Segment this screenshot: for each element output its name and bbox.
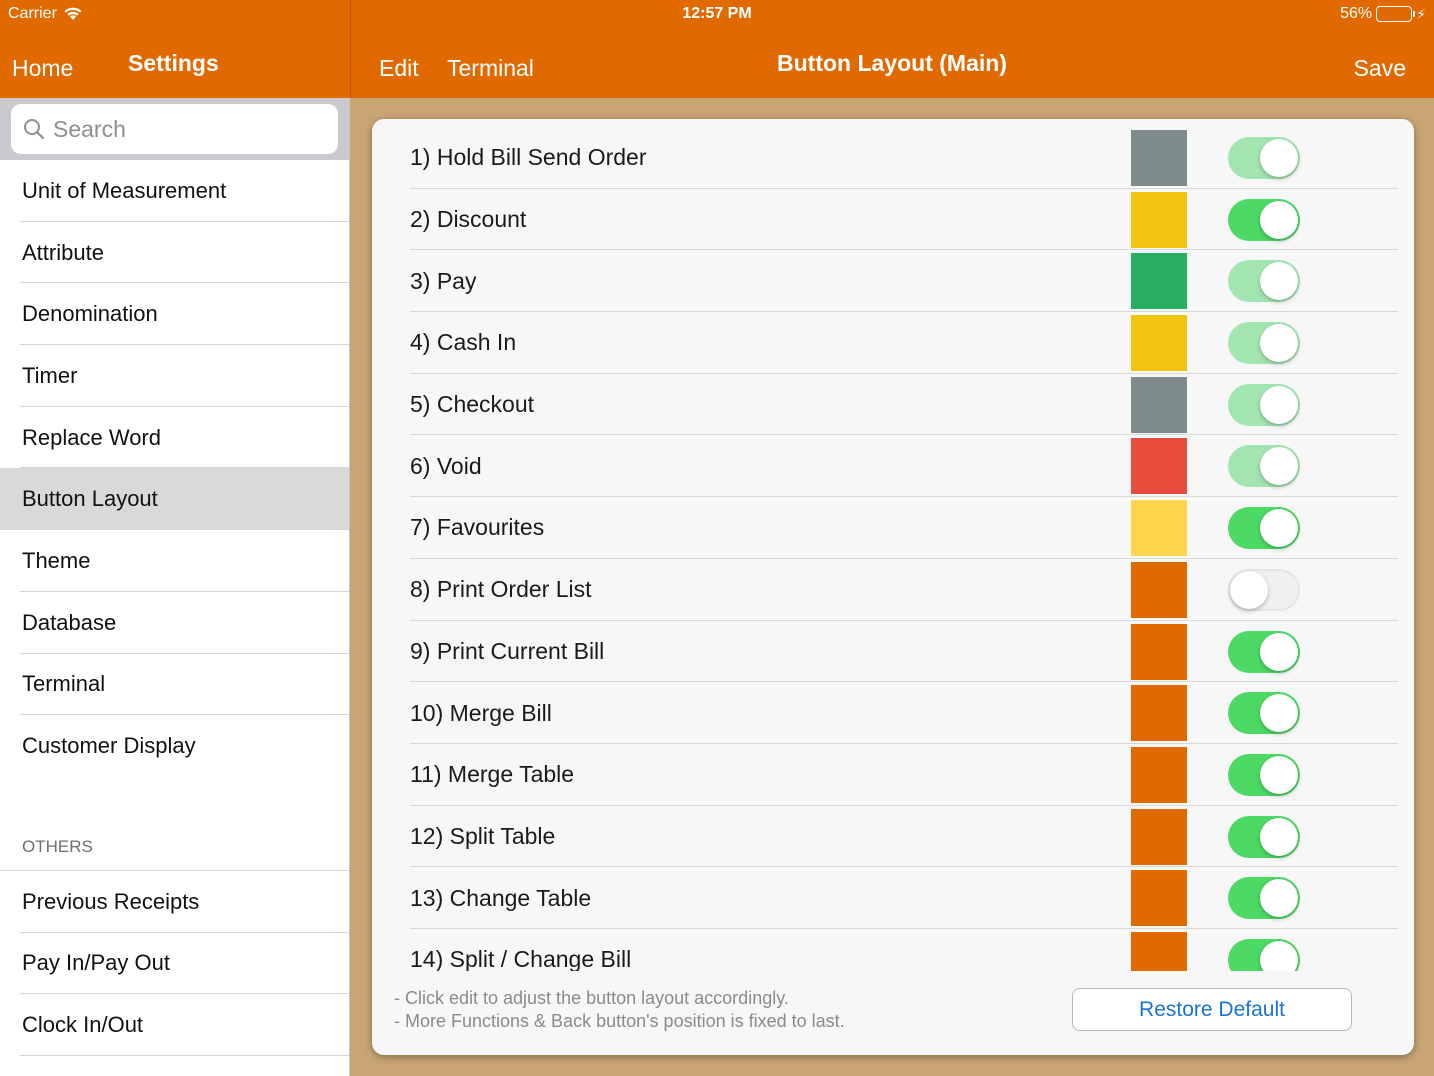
sidebar-item-replace-word[interactable]: Replace Word: [0, 407, 349, 469]
status-battery: 56% ⚡: [1340, 5, 1426, 23]
note-edit: - Click edit to adjust the button layout…: [394, 988, 789, 1008]
page-title: Button Layout (Main): [777, 50, 1007, 76]
visibility-toggle[interactable]: [1228, 507, 1300, 550]
toggle-knob: [1260, 694, 1298, 733]
button-layout-row: 11) Merge Table: [410, 744, 1398, 806]
sidebar-title: Settings: [128, 50, 219, 76]
visibility-toggle: [1228, 383, 1300, 426]
battery-percent: 56%: [1340, 5, 1373, 22]
section-header-others: OTHERS: [0, 824, 349, 871]
button-layout-row: 5) Checkout: [410, 374, 1398, 436]
toggle-knob: [1230, 570, 1268, 609]
search-bar: Search: [0, 98, 349, 160]
note-fixed-position: - More Functions & Back button's positio…: [394, 1011, 845, 1031]
toggle-knob: [1260, 940, 1298, 971]
color-swatch[interactable]: [1131, 931, 1187, 971]
battery-icon: [1376, 6, 1416, 22]
button-layout-row: 10) Merge Bill: [410, 682, 1398, 744]
restore-default-button[interactable]: Restore Default: [1072, 988, 1352, 1031]
button-layout-list[interactable]: 1) Hold Bill Send Order 2) Discount 3) Pay…: [410, 127, 1398, 971]
button-layout-row: 3) Pay: [410, 250, 1398, 312]
status-time: 12:57 PM: [682, 5, 752, 22]
sidebar-item-previous-receipts[interactable]: Previous Receipts: [0, 871, 349, 933]
button-layout-row: 6) Void: [410, 435, 1398, 497]
search-icon: [24, 119, 45, 140]
color-swatch[interactable]: [1131, 746, 1187, 803]
settings-list: Unit of Measurement Attribute Denomination…: [0, 160, 349, 777]
notes: - Click edit to adjust the button layout…: [394, 987, 845, 1033]
sidebar-item-database[interactable]: Database: [0, 592, 349, 654]
color-swatch[interactable]: [1131, 561, 1187, 618]
button-layout-panel: 1) Hold Bill Send Order 2) Discount 3) Pay…: [372, 119, 1414, 1055]
button-layout-row: 8) Print Order List: [410, 559, 1398, 621]
terminal-button[interactable]: Terminal: [447, 55, 534, 82]
visibility-toggle: [1228, 137, 1300, 179]
sidebar-item-terminal[interactable]: Terminal: [0, 654, 349, 716]
toggle-knob: [1260, 509, 1298, 548]
search-placeholder: Search: [53, 115, 126, 142]
toggle-knob: [1260, 385, 1298, 424]
app-header: Carrier 12:57 PM 56% ⚡ Home Settings Edi…: [0, 0, 1434, 98]
visibility-toggle[interactable]: [1228, 568, 1300, 611]
color-swatch[interactable]: [1131, 253, 1187, 310]
sidebar-item-customer-display[interactable]: Customer Display: [0, 715, 349, 777]
color-swatch[interactable]: [1131, 685, 1187, 742]
visibility-toggle[interactable]: [1228, 198, 1300, 241]
color-swatch[interactable]: [1131, 376, 1187, 433]
button-layout-row: 7) Favourites: [410, 497, 1398, 559]
search-input[interactable]: Search: [11, 104, 338, 154]
toggle-knob: [1260, 262, 1298, 301]
button-layout-row: 4) Cash In: [410, 312, 1398, 374]
toggle-knob: [1260, 447, 1298, 486]
color-swatch[interactable]: [1131, 808, 1187, 865]
button-layout-row: 12) Split Table: [410, 806, 1398, 868]
save-button[interactable]: Save: [1354, 55, 1406, 82]
visibility-toggle[interactable]: [1228, 815, 1300, 858]
settings-sidebar: Search Unit of Measurement Attribute Denom…: [0, 98, 350, 1076]
visibility-toggle: [1228, 322, 1300, 365]
color-swatch[interactable]: [1131, 315, 1187, 372]
button-layout-row: 1) Hold Bill Send Order: [410, 127, 1398, 189]
home-button[interactable]: Home: [12, 55, 73, 82]
button-layout-row: 13) Change Table: [410, 867, 1398, 929]
toggle-knob: [1260, 879, 1298, 918]
toggle-knob: [1260, 755, 1298, 794]
visibility-toggle: [1228, 260, 1300, 303]
visibility-toggle[interactable]: [1228, 877, 1300, 920]
color-swatch[interactable]: [1131, 438, 1187, 495]
sidebar-item-gift-card[interactable]: Gift Card: [0, 1056, 349, 1076]
button-layout-row: 2) Discount: [410, 189, 1398, 251]
color-swatch[interactable]: [1131, 191, 1187, 248]
visibility-toggle[interactable]: [1228, 630, 1300, 673]
color-swatch[interactable]: [1131, 130, 1187, 186]
color-swatch[interactable]: [1131, 623, 1187, 680]
button-layout-row: 14) Split / Change Bill: [410, 929, 1398, 971]
visibility-toggle: [1228, 445, 1300, 488]
others-list: Previous Receipts Pay In/Pay Out Clock In/…: [0, 871, 349, 1076]
sidebar-item-clock-in-out[interactable]: Clock In/Out: [0, 994, 349, 1056]
color-swatch[interactable]: [1131, 500, 1187, 557]
toggle-knob: [1260, 324, 1298, 363]
sidebar-item-attribute[interactable]: Attribute: [0, 222, 349, 284]
visibility-toggle[interactable]: [1228, 753, 1300, 796]
button-layout-row: 9) Print Current Bill: [410, 621, 1398, 683]
sidebar-item-button-layout[interactable]: Button Layout: [0, 468, 349, 531]
toggle-knob: [1260, 139, 1298, 177]
toggle-knob: [1260, 200, 1298, 239]
sidebar-item-unit-of-measurement[interactable]: Unit of Measurement: [0, 160, 349, 222]
sidebar-item-denomination[interactable]: Denomination: [0, 283, 349, 345]
visibility-toggle[interactable]: [1228, 938, 1300, 971]
edit-button[interactable]: Edit: [379, 55, 419, 82]
sidebar-item-theme[interactable]: Theme: [0, 530, 349, 592]
toggle-knob: [1260, 817, 1298, 856]
toggle-knob: [1260, 632, 1298, 671]
sidebar-item-timer[interactable]: Timer: [0, 345, 349, 407]
color-swatch[interactable]: [1131, 870, 1187, 927]
charging-bolt-icon: ⚡: [1416, 5, 1426, 22]
visibility-toggle[interactable]: [1228, 692, 1300, 735]
sidebar-item-pay-in-pay-out[interactable]: Pay In/Pay Out: [0, 933, 349, 995]
